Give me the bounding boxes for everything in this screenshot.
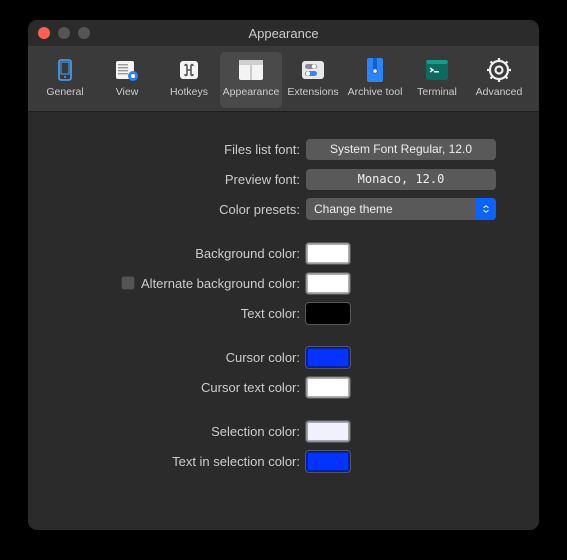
files-list-font-value: System Font Regular, 12.0 — [330, 142, 472, 156]
tab-label: Extensions — [287, 86, 338, 98]
window-controls — [38, 27, 90, 39]
view-icon — [113, 56, 141, 84]
alt-background-checkbox[interactable] — [121, 276, 135, 290]
window-title: Appearance — [248, 26, 318, 41]
tab-label: Archive tool — [348, 86, 403, 98]
color-presets-row: Color presets: Change theme — [42, 194, 525, 224]
preferences-toolbar: General View Hotkeys Appearance Extensio — [28, 46, 539, 112]
tab-label: General — [46, 86, 83, 98]
alt-background-color-label: Alternate background color: — [42, 276, 306, 291]
files-list-font-row: Files list font: System Font Regular, 12… — [42, 134, 525, 164]
general-icon — [51, 56, 79, 84]
preview-font-row: Preview font: Monaco, 12.0 — [42, 164, 525, 194]
tab-label: View — [116, 86, 139, 98]
color-presets-select[interactable]: Change theme — [306, 198, 496, 220]
selection-color-swatch[interactable] — [306, 421, 350, 442]
tab-label: Terminal — [417, 86, 457, 98]
tab-extensions[interactable]: Extensions — [282, 52, 344, 108]
tab-advanced[interactable]: Advanced — [468, 52, 530, 108]
preview-font-label: Preview font: — [42, 172, 306, 187]
titlebar: Appearance — [28, 20, 539, 46]
tab-general[interactable]: General — [34, 52, 96, 108]
zoom-window-button[interactable] — [78, 27, 90, 39]
cursor-color-row: Cursor color: — [42, 342, 525, 372]
hotkeys-icon — [175, 56, 203, 84]
text-in-selection-color-label: Text in selection color: — [42, 454, 306, 469]
cursor-text-color-label: Cursor text color: — [42, 380, 306, 395]
text-color-row: Text color: — [42, 298, 525, 328]
tab-archive-tool[interactable]: Archive tool — [344, 52, 406, 108]
cursor-color-swatch[interactable] — [306, 347, 350, 368]
close-window-button[interactable] — [38, 27, 50, 39]
text-color-swatch[interactable] — [306, 303, 350, 324]
cursor-color-label: Cursor color: — [42, 350, 306, 365]
background-color-label: Background color: — [42, 246, 306, 261]
extensions-icon — [299, 56, 327, 84]
alt-background-color-label-text: Alternate background color: — [141, 276, 300, 291]
minimize-window-button[interactable] — [58, 27, 70, 39]
archive-tool-icon — [361, 56, 389, 84]
cursor-text-color-swatch[interactable] — [306, 377, 350, 398]
chevron-updown-icon — [476, 198, 496, 220]
tab-hotkeys[interactable]: Hotkeys — [158, 52, 220, 108]
terminal-icon — [423, 56, 451, 84]
text-color-label: Text color: — [42, 306, 306, 321]
preferences-window: Appearance General View Hotkeys Appear — [28, 20, 539, 530]
tab-view[interactable]: View — [96, 52, 158, 108]
alt-background-color-swatch[interactable] — [306, 273, 350, 294]
appearance-form: Files list font: System Font Regular, 12… — [28, 112, 539, 476]
cursor-text-color-row: Cursor text color: — [42, 372, 525, 402]
text-in-selection-color-row: Text in selection color: — [42, 446, 525, 476]
color-presets-value: Change theme — [314, 202, 393, 216]
background-color-row: Background color: — [42, 238, 525, 268]
preview-font-value: Monaco, 12.0 — [358, 172, 445, 186]
tab-label: Advanced — [476, 86, 523, 98]
preview-font-button[interactable]: Monaco, 12.0 — [306, 169, 496, 190]
tab-terminal[interactable]: Terminal — [406, 52, 468, 108]
tab-label: Hotkeys — [170, 86, 208, 98]
alt-background-color-row: Alternate background color: — [42, 268, 525, 298]
text-in-selection-color-swatch[interactable] — [306, 451, 350, 472]
tab-label: Appearance — [223, 86, 280, 98]
color-presets-label: Color presets: — [42, 202, 306, 217]
files-list-font-label: Files list font: — [42, 142, 306, 157]
gear-icon — [485, 56, 513, 84]
appearance-icon — [237, 56, 265, 84]
selection-color-row: Selection color: — [42, 416, 525, 446]
background-color-swatch[interactable] — [306, 243, 350, 264]
tab-appearance[interactable]: Appearance — [220, 52, 282, 108]
files-list-font-button[interactable]: System Font Regular, 12.0 — [306, 139, 496, 160]
selection-color-label: Selection color: — [42, 424, 306, 439]
